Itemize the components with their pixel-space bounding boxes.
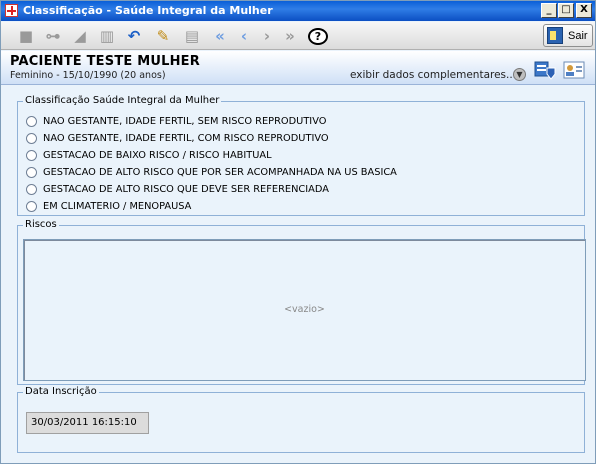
exit-button[interactable]: Sair [543,24,593,47]
maximize-button[interactable]: □ [558,3,574,18]
trash-icon[interactable]: ▥ [96,25,118,47]
radio-label: NAO GESTANTE, IDADE FERTIL, COM RISCO RE… [43,133,329,144]
radio-option[interactable]: GESTACAO DE BAIXO RISCO / RISCO HABITUAL [26,148,272,163]
radio-button[interactable] [26,167,37,178]
edit-icon[interactable]: ✎ [152,25,174,47]
app-cross-icon [5,4,18,17]
radio-button[interactable] [26,184,37,195]
inscricao-group: Data Inscrição 30/03/2011 16:15:10 [17,386,585,453]
radio-label: EM CLIMATERIO / MENOPAUSA [43,201,192,212]
radio-option[interactable]: EM CLIMATERIO / MENOPAUSA [26,199,191,214]
exit-door-icon [547,27,563,44]
riscos-group: Riscos <vazio> [17,219,586,385]
next-icon[interactable]: › [256,25,278,47]
inscricao-legend: Data Inscrição [23,386,99,397]
show-more-link[interactable]: exibir dados complementares... [350,69,516,81]
radio-option[interactable]: NAO GESTANTE, IDADE FERTIL, COM RISCO RE… [26,131,329,146]
empty-placeholder: <vazio> [284,304,325,315]
last-icon[interactable]: » [279,25,301,47]
patient-info: Feminino - 15/10/1990 (20 anos) [10,70,166,81]
binoculars-icon[interactable]: ⊶ [42,25,64,47]
radio-label: GESTACAO DE BAIXO RISCO / RISCO HABITUAL [43,150,272,161]
print-icon[interactable]: ▤ [181,25,203,47]
new-icon[interactable]: ■ [15,25,37,47]
classification-legend: Classificação Saúde Integral da Mulher [23,95,222,106]
classification-group: Classificação Saúde Integral da Mulher N… [17,95,585,216]
radio-button[interactable] [26,150,37,161]
chevron-down-icon[interactable]: ▼ [513,68,526,81]
title-bar: Classificação - Saúde Integral da Mulher… [1,1,595,21]
radio-button[interactable] [26,201,37,212]
window-title: Classificação - Saúde Integral da Mulher [23,4,273,17]
first-icon[interactable]: « [209,25,231,47]
eraser-icon[interactable]: ◢ [69,25,91,47]
radio-label: NAO GESTANTE, IDADE FERTIL, SEM RISCO RE… [43,116,327,127]
radio-button[interactable] [26,133,37,144]
minimize-button[interactable]: _ [541,3,557,18]
help-icon[interactable]: ? [307,25,329,47]
undo-icon[interactable]: ↶ [123,25,145,47]
radio-option[interactable]: GESTACAO DE ALTO RISCO QUE DEVE SER REFE… [26,182,329,197]
close-button[interactable]: X [576,3,592,18]
radio-label: GESTACAO DE ALTO RISCO QUE DEVE SER REFE… [43,184,329,195]
patient-name: PACIENTE TESTE MULHER [10,54,200,69]
inscription-date-field: 30/03/2011 16:15:10 [26,412,149,434]
exit-label: Sair [568,29,588,42]
patient-card-icon[interactable] [563,60,585,80]
radio-option[interactable]: NAO GESTANTE, IDADE FERTIL, SEM RISCO RE… [26,114,326,129]
shield-users-icon[interactable] [534,60,556,80]
toolbar: ■ ⊶ ◢ ▥ ↶ ✎ ▤ « ‹ › » ? Sair [1,22,595,50]
radio-button[interactable] [26,116,37,127]
previous-icon[interactable]: ‹ [233,25,255,47]
radio-option[interactable]: GESTACAO DE ALTO RISCO QUE POR SER ACOMP… [26,165,397,180]
riscos-list[interactable]: <vazio> [23,239,586,381]
main-window: Classificação - Saúde Integral da Mulher… [0,0,596,464]
radio-label: GESTACAO DE ALTO RISCO QUE POR SER ACOMP… [43,167,397,178]
riscos-legend: Riscos [23,219,59,230]
patient-header: PACIENTE TESTE MULHER Feminino - 15/10/1… [1,51,595,85]
